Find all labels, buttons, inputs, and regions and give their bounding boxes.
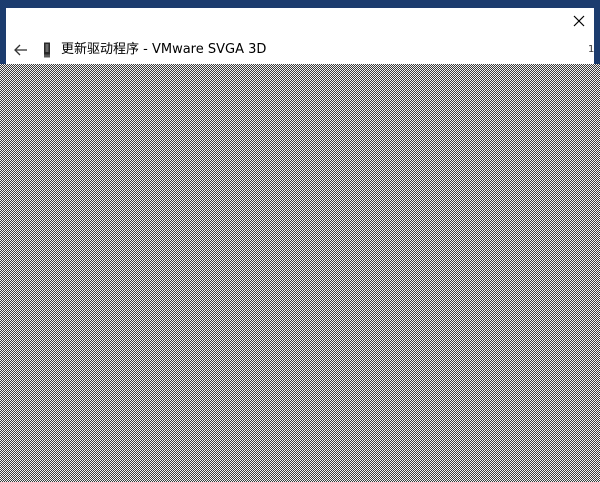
close-icon: [573, 15, 585, 27]
desktop-background: [0, 0, 600, 482]
truncated-edge-text: 1: [588, 44, 595, 55]
screen: 更新驱动程序 - VMware SVGA 3D 1: [0, 0, 600, 482]
display-adapter-icon: [44, 42, 50, 58]
window-frame-right: [594, 0, 600, 64]
close-button[interactable]: [564, 8, 594, 34]
back-button[interactable]: [8, 38, 34, 62]
dialog-title: 更新驱动程序 - VMware SVGA 3D: [61, 42, 267, 57]
back-arrow-icon: [14, 44, 27, 56]
